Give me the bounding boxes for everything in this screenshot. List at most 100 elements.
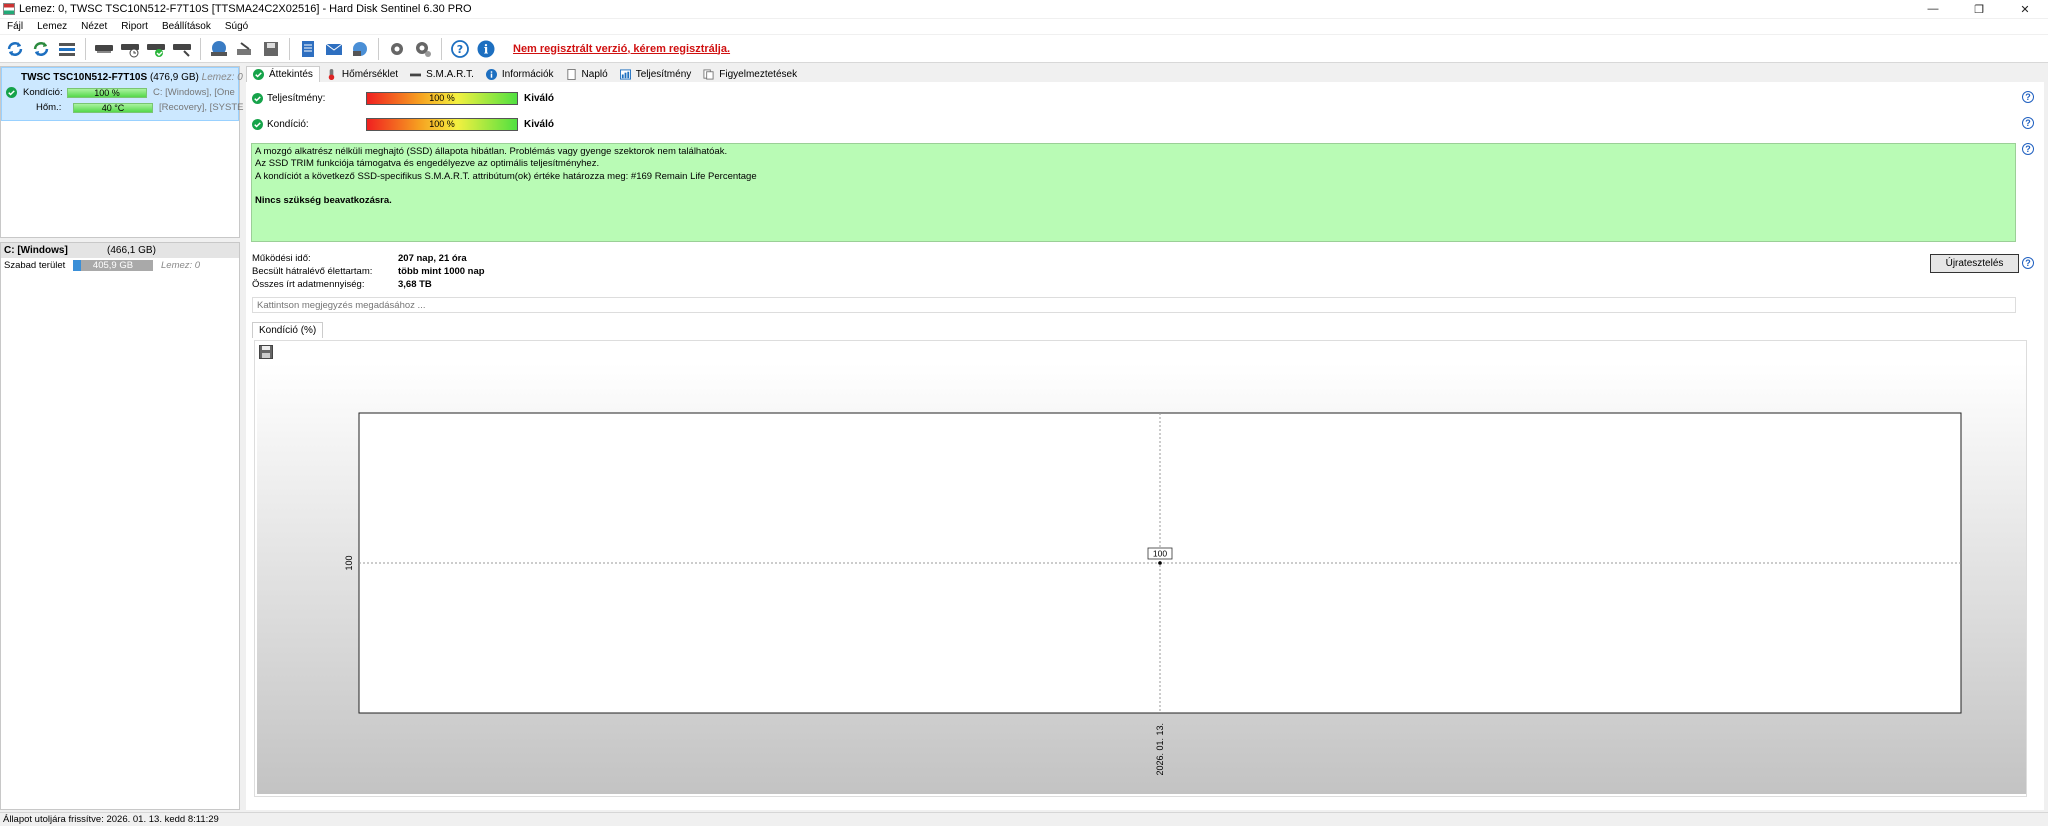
help-icon[interactable]: ? (2022, 117, 2034, 129)
tab-temperature[interactable]: Hőmérséklet (320, 66, 404, 82)
drive-icon[interactable] (207, 37, 231, 61)
condition-bar: 100 % (366, 117, 518, 131)
disk-name: TWSC TSC10N512-F7T10S (21, 72, 148, 83)
disk-temp-bar: 40 °C (73, 102, 153, 113)
disk-icon[interactable] (92, 37, 116, 61)
alerts-icon (703, 68, 714, 80)
tab-performance[interactable]: Teljesítmény (614, 66, 698, 82)
tab-label: Hőmérséklet (341, 68, 399, 80)
volume-entry[interactable]: C: [Windows] (466,1 GB) (1, 243, 239, 258)
uptime-row: Működési idő: 207 nap, 21 óra (252, 252, 467, 265)
written-value: 3,68 TB (398, 279, 432, 290)
volume-free-row: Szabad terület 405,9 GB Lemez: 0 (1, 258, 239, 273)
disk-test-icon[interactable] (118, 37, 142, 61)
menu-help[interactable]: Súgó (218, 21, 255, 32)
close-icon[interactable]: ✕ (2002, 0, 2048, 18)
menu-report[interactable]: Riport (114, 21, 155, 32)
chart-tabs: Kondíció (%) (252, 322, 324, 338)
volume-disk-ref: Lemez: 0 (161, 260, 201, 271)
performance-rating: Kiváló (524, 92, 555, 104)
volume-name: C: [Windows] (4, 245, 68, 256)
condition-rating: Kiváló (524, 118, 555, 130)
network-icon[interactable] (348, 37, 372, 61)
menu-view[interactable]: Nézet (74, 21, 114, 32)
ok-check-icon (253, 69, 264, 80)
save-icon[interactable] (259, 345, 273, 359)
retest-button[interactable]: Újratesztelés (1930, 254, 2019, 273)
window-controls: — ❐ ✕ (1910, 0, 2048, 18)
refresh-all-icon[interactable] (29, 37, 53, 61)
info-icon (485, 68, 497, 80)
menu-file[interactable]: Fájl (0, 21, 30, 32)
disk-partitions-2: [Recovery], [SYSTE (159, 102, 244, 113)
tab-log[interactable]: Napló (560, 66, 614, 82)
disk-index: Lemez: 0 (201, 72, 243, 83)
data-point (1158, 561, 1162, 565)
tab-label: Teljesítmény (635, 68, 692, 80)
info-icon[interactable]: i (474, 37, 498, 61)
tab-label: Információk (501, 68, 554, 80)
info-action: Nincs szükség beavatkozásra. (255, 194, 392, 206)
help-icon[interactable]: ? (2022, 257, 2034, 269)
toolbar-separator (378, 37, 379, 60)
refresh-icon[interactable] (3, 37, 27, 61)
mail-icon[interactable] (322, 37, 346, 61)
lifetime-row: Becsült hátralévő élettartam: több mint … (252, 265, 485, 278)
tab-information[interactable]: Információk (480, 66, 560, 82)
note-input[interactable] (252, 297, 2016, 313)
disk-condition-bar: 100 % (67, 87, 147, 98)
tools-icon[interactable] (233, 37, 257, 61)
help-icon[interactable]: ? (2022, 143, 2034, 155)
overview-panel: Teljesítmény: 100 % Kiváló Kondíció: 100… (246, 82, 2044, 810)
disk-check-icon[interactable] (144, 37, 168, 61)
disk-list-icon[interactable] (55, 37, 79, 61)
uptime-value: 207 nap, 21 óra (398, 253, 467, 264)
menu-bar: Fájl Lemez Nézet Riport Beállítások Súgó (0, 19, 2048, 34)
svg-text:i: i (484, 42, 489, 56)
tab-label: Napló (581, 68, 608, 80)
disk-temp-row: Hőm.: 40 °C [Recovery], [SYSTE (6, 102, 243, 113)
register-link[interactable]: Nem regisztrált verzió, kérem regisztrál… (513, 43, 730, 55)
written-row: Összes írt adatmennyiség: 3,68 TB (252, 278, 432, 291)
disk-partitions-1: C: [Windows], [One (153, 87, 235, 98)
tab-alerts[interactable]: Figyelmeztetések (697, 66, 803, 82)
tab-condition-chart[interactable]: Kondíció (%) (252, 322, 324, 338)
condition-label: Kondíció: (267, 118, 309, 130)
menu-settings[interactable]: Beállítások (155, 21, 218, 32)
report-icon[interactable] (296, 37, 320, 61)
tab-smart[interactable]: S.M.A.R.T. (404, 66, 480, 82)
minimize-icon[interactable]: — (1910, 0, 1956, 18)
uptime-label: Működési idő: (252, 253, 311, 264)
performance-row: Teljesítmény: 100 % Kiváló (252, 90, 554, 106)
disk-condition-row: Kondíció: 100 % C: [Windows], [One (6, 87, 235, 98)
status-text: Állapot utoljára frissítve: 2026. 01. 13… (3, 814, 219, 825)
toolbar-separator (200, 37, 201, 60)
thermometer-icon (326, 68, 337, 80)
toolbar-separator (85, 37, 86, 60)
disk-surface-icon[interactable] (170, 37, 194, 61)
disk-condition-label: Kondíció: (23, 87, 63, 98)
save-disk-icon[interactable] (259, 37, 283, 61)
smart-icon (410, 69, 422, 80)
svg-text:?: ? (457, 43, 463, 56)
settings-alt-icon[interactable] (411, 37, 435, 61)
tab-overview[interactable]: Áttekintés (246, 66, 320, 82)
restore-icon[interactable]: ❐ (1956, 0, 2002, 18)
performance-label: Teljesítmény: (267, 92, 326, 104)
title-bar: Lemez: 0, TWSC TSC10N512-F7T10S [TTSMA24… (0, 0, 2048, 18)
volume-size: (466,1 GB) (107, 245, 156, 256)
ok-check-icon (6, 87, 17, 98)
performance-bar: 100 % (366, 91, 518, 105)
status-description: A mozgó alkatrész nélküli meghajtó (SSD)… (251, 143, 2016, 242)
ok-check-icon (252, 118, 263, 130)
info-line: A kondíciót a következő SSD-specifikus S… (255, 170, 757, 182)
app-icon (3, 3, 15, 15)
menu-disk[interactable]: Lemez (30, 21, 74, 32)
help-icon[interactable]: ? (2022, 91, 2034, 103)
help-icon[interactable]: ? (448, 37, 472, 61)
info-line: A mozgó alkatrész nélküli meghajtó (SSD)… (255, 146, 728, 157)
settings-icon[interactable] (385, 37, 409, 61)
toolbar: ? i Nem regisztrált verzió, kérem regisz… (0, 35, 2048, 63)
window-title: Lemez: 0, TWSC TSC10N512-F7T10S [TTSMA24… (19, 3, 472, 15)
disk-entry[interactable]: TWSC TSC10N512-F7T10S (476,9 GB) Lemez: … (1, 67, 243, 121)
